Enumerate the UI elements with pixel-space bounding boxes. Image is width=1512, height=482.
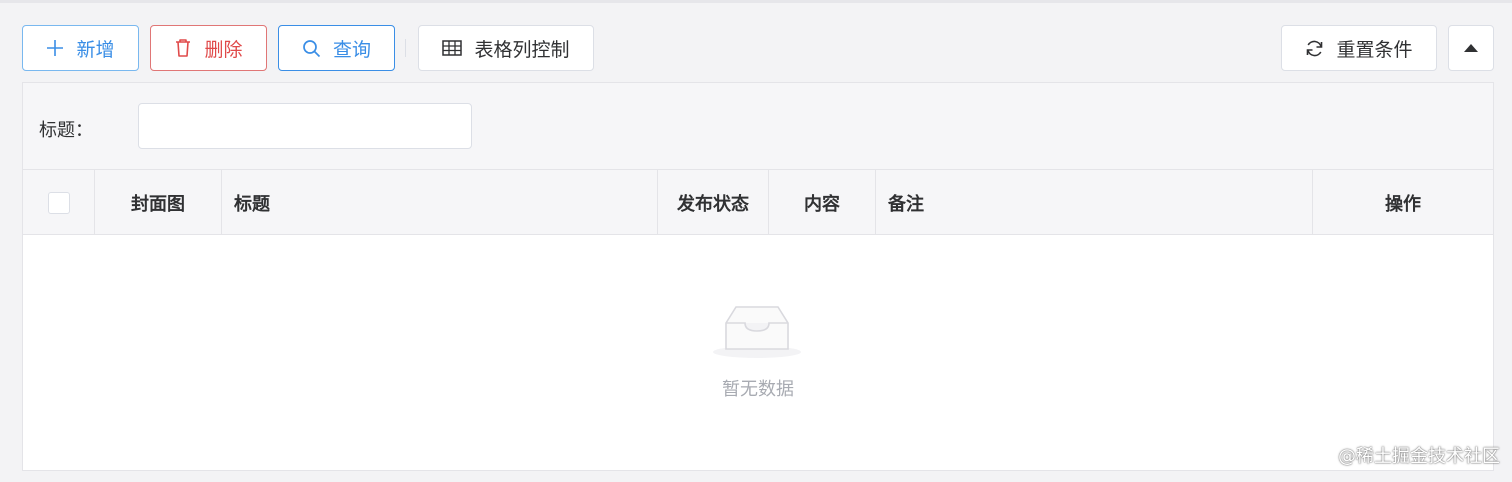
delete-button[interactable]: 删除: [150, 25, 267, 71]
toolbar: 新增 删除 查询 表格列控制 重置条件: [22, 25, 1494, 71]
collapse-button[interactable]: [1448, 25, 1494, 71]
reset-conditions-button[interactable]: 重置条件: [1281, 25, 1437, 71]
add-button-label: 新增: [76, 38, 115, 61]
trash-icon: [174, 38, 192, 58]
select-all-column: [23, 170, 95, 235]
table-columns-button[interactable]: 表格列控制: [418, 25, 594, 71]
empty-inbox-icon: [712, 301, 802, 365]
title-field-label: 标题：: [39, 120, 93, 141]
caret-up-icon: [1463, 43, 1479, 53]
column-header-title[interactable]: 标题: [222, 170, 658, 235]
search-icon: [302, 39, 321, 58]
table-columns-button-label: 表格列控制: [474, 38, 570, 61]
column-header-publish-status[interactable]: 发布状态: [658, 170, 769, 235]
table-grid-icon: [442, 40, 463, 56]
plus-icon: [46, 39, 64, 57]
add-button[interactable]: 新增: [22, 25, 139, 71]
table-header: 封面图 标题 发布状态 内容 备注 操作: [23, 170, 1493, 235]
delete-button-label: 删除: [204, 38, 243, 61]
column-header-actions[interactable]: 操作: [1313, 170, 1493, 235]
search-form: 标题：: [23, 83, 1493, 170]
toolbar-divider: [405, 39, 406, 57]
top-divider: [0, 0, 1512, 3]
refresh-icon: [1305, 39, 1324, 58]
column-header-cover[interactable]: 封面图: [95, 170, 222, 235]
reset-conditions-button-label: 重置条件: [1336, 38, 1413, 61]
column-header-content[interactable]: 内容: [769, 170, 876, 235]
search-button[interactable]: 查询: [278, 25, 395, 71]
table-empty-state: 暂无数据: [23, 235, 1493, 470]
empty-text: 暂无数据: [722, 379, 794, 400]
select-all-checkbox[interactable]: [47, 191, 70, 214]
table-panel: 标题： 封面图 标题 发布状态 内容 备注 操作 暂无数据: [22, 82, 1494, 471]
watermark: @稀土掘金技术社区: [1338, 446, 1500, 467]
column-header-remark[interactable]: 备注: [876, 170, 1313, 235]
search-button-label: 查询: [332, 38, 371, 61]
title-search-input[interactable]: [138, 103, 472, 149]
